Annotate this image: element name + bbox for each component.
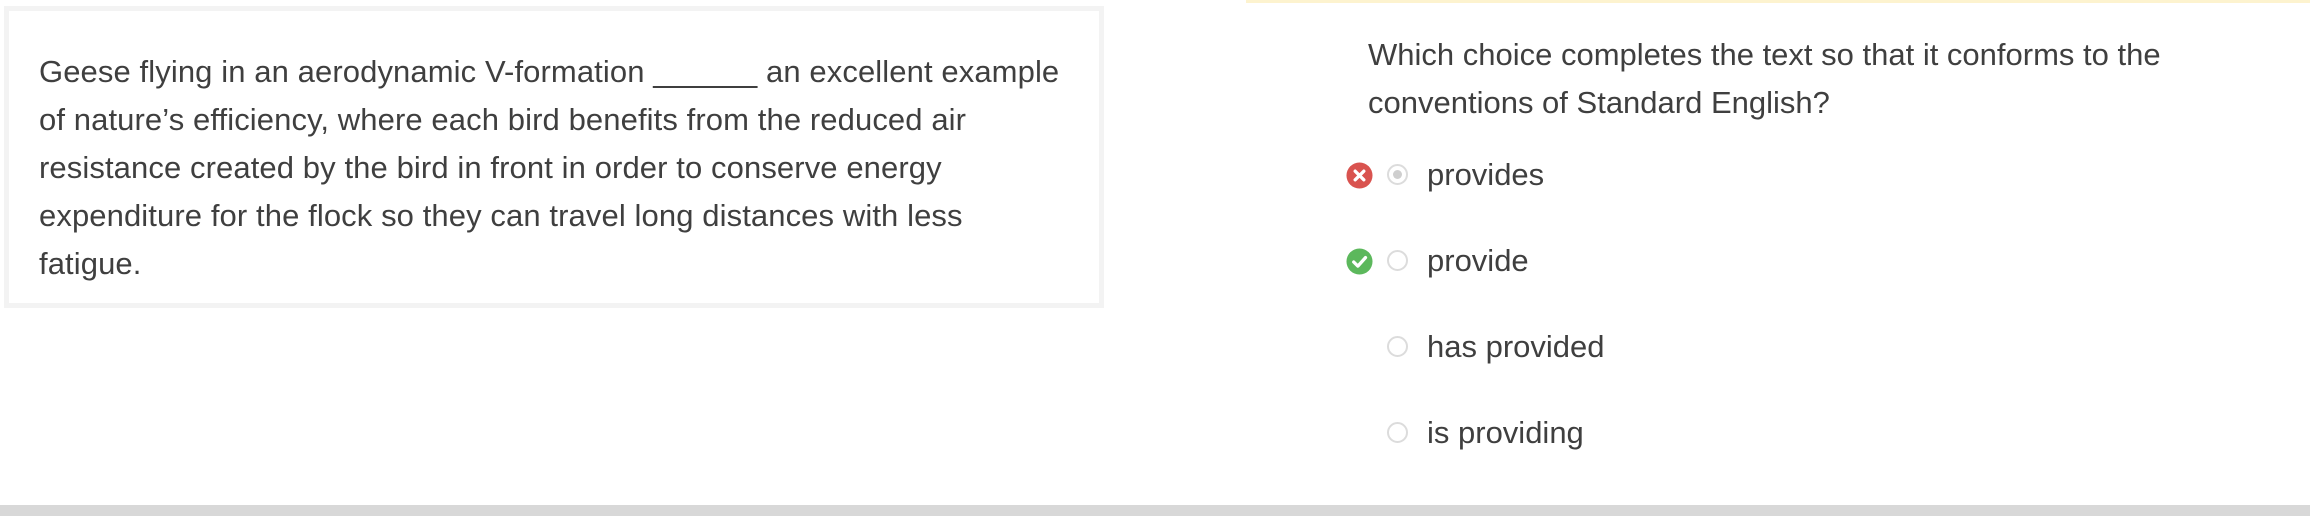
radio-button[interactable] <box>1387 336 1408 357</box>
bottom-bar <box>0 505 2310 516</box>
check-circle-icon <box>1346 248 1373 275</box>
choice-label: provides <box>1427 157 1545 192</box>
top-accent-line <box>1246 0 2310 3</box>
choice-label: has provided <box>1427 329 1605 364</box>
answer-choice-is-providing[interactable]: is providing <box>1340 413 2240 453</box>
answer-choice-has-provided[interactable]: has provided <box>1340 327 2240 367</box>
question-page: Geese flying in an aerodynamic V-formati… <box>0 0 2310 516</box>
x-circle-icon <box>1346 162 1373 189</box>
choice-label: is providing <box>1427 415 1584 450</box>
passage-card: Geese flying in an aerodynamic V-formati… <box>4 6 1104 308</box>
passage-text: Geese flying in an aerodynamic V-formati… <box>39 54 1060 281</box>
answer-choice-provides[interactable]: provides <box>1340 155 2240 195</box>
radio-button[interactable] <box>1387 422 1408 443</box>
question-prompt: Which choice completes the text so that … <box>1368 37 2161 120</box>
answer-choice-provide[interactable]: provide <box>1340 241 2240 281</box>
choice-label: provide <box>1427 243 1529 278</box>
radio-button[interactable] <box>1387 250 1408 271</box>
radio-button-selected[interactable] <box>1387 164 1408 185</box>
